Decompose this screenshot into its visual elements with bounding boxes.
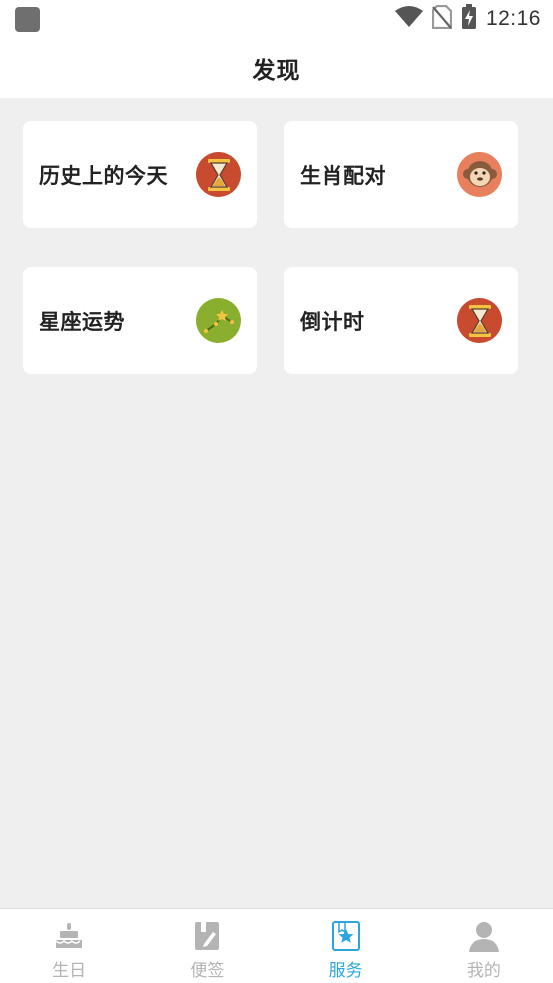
card-label: 生肖配对 bbox=[300, 163, 386, 188]
constellation-icon bbox=[196, 298, 241, 343]
nav-label: 生日 bbox=[52, 961, 87, 981]
monkey-icon bbox=[457, 152, 502, 197]
nav-item-profile[interactable]: 我的 bbox=[415, 909, 553, 983]
card-zodiac-match[interactable]: 生肖配对 bbox=[284, 121, 518, 228]
main-content: 历史上的今天 生肖配对 星座运势 倒计时 bbox=[0, 98, 553, 908]
battery-charging-icon bbox=[461, 4, 477, 34]
card-label: 历史上的今天 bbox=[39, 163, 168, 188]
nav-label: 便签 bbox=[190, 961, 225, 981]
hourglass-icon bbox=[457, 298, 502, 343]
card-label: 星座运势 bbox=[39, 309, 125, 334]
header: 发现 bbox=[0, 38, 553, 98]
card-horoscope[interactable]: 星座运势 bbox=[23, 267, 257, 374]
person-icon bbox=[466, 919, 502, 953]
status-icons: 12:16 bbox=[394, 4, 541, 34]
cake-icon bbox=[51, 919, 87, 953]
wifi-icon bbox=[394, 6, 423, 32]
bottom-nav: 生日 便签 服务 我的 bbox=[0, 908, 553, 983]
nav-label: 服务 bbox=[328, 961, 363, 981]
notepad-icon bbox=[189, 919, 225, 953]
card-countdown[interactable]: 倒计时 bbox=[284, 267, 518, 374]
no-sim-icon bbox=[431, 4, 453, 33]
hourglass-icon bbox=[196, 152, 241, 197]
star-bookmark-icon bbox=[328, 919, 364, 953]
nav-item-services[interactable]: 服务 bbox=[277, 909, 415, 983]
nav-item-birthday[interactable]: 生日 bbox=[0, 909, 138, 983]
page-title: 发现 bbox=[252, 58, 301, 84]
nav-item-notes[interactable]: 便签 bbox=[138, 909, 276, 983]
card-history-today[interactable]: 历史上的今天 bbox=[23, 121, 257, 228]
status-time: 12:16 bbox=[485, 7, 541, 30]
card-label: 倒计时 bbox=[300, 309, 365, 334]
app-icon bbox=[15, 7, 40, 32]
status-bar: 12:16 bbox=[0, 0, 553, 38]
nav-label: 我的 bbox=[466, 961, 501, 981]
